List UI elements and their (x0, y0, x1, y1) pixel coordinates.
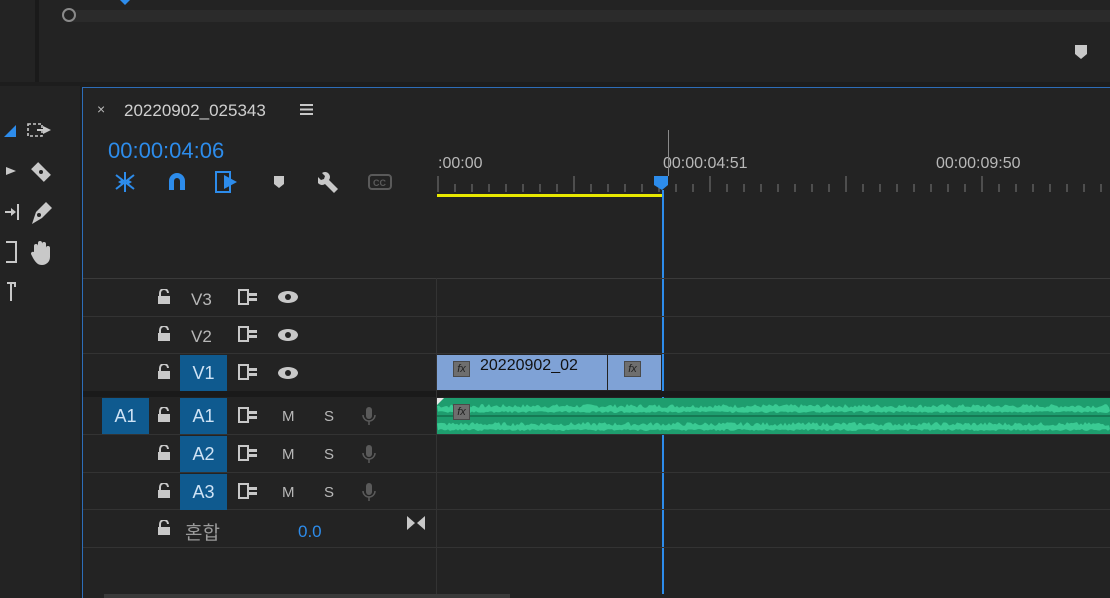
track-divider (83, 547, 1110, 548)
lock-icon[interactable] (156, 325, 172, 343)
ruler-cursor-line (668, 130, 669, 176)
track-target-v1[interactable]: V1 (180, 355, 227, 391)
sync-lock-icon[interactable] (238, 444, 258, 462)
lock-icon[interactable] (156, 363, 172, 381)
razor-tool-icon[interactable] (28, 159, 54, 185)
playhead-handle[interactable] (653, 175, 671, 191)
bowtie-icon[interactable] (406, 515, 426, 531)
track-divider (83, 434, 1110, 435)
source-scrubber[interactable] (68, 10, 1110, 22)
audio-clip[interactable] (437, 398, 1110, 434)
fx-badge[interactable]: fx (453, 404, 470, 420)
solo-button[interactable]: S (324, 446, 334, 463)
eye-icon[interactable] (277, 289, 299, 305)
slip-tool-icon[interactable] (0, 199, 26, 225)
clip-start-corner (437, 398, 444, 405)
mute-button[interactable]: M (282, 408, 295, 425)
selection-tool-icon[interactable] (0, 116, 26, 142)
close-icon[interactable]: × (97, 101, 105, 117)
ruler-label-end: 00:00:09:50 (936, 155, 1021, 172)
nest-sequence-icon[interactable] (113, 170, 137, 194)
horizontal-scrollbar[interactable] (104, 594, 510, 598)
eye-icon[interactable] (277, 365, 299, 381)
ruler-label-mid: 00:00:04:51 (663, 155, 748, 172)
type-tool-icon[interactable] (0, 280, 26, 306)
fx-badge[interactable]: fx (624, 361, 641, 377)
hamburger-menu-icon[interactable] (300, 104, 313, 115)
waveform-channel (437, 404, 1110, 413)
sync-lock-icon[interactable] (238, 288, 258, 306)
audio-waveform (437, 404, 1110, 431)
sequence-tab-title[interactable]: 20220902_025343 (124, 101, 266, 121)
track-select-forward-icon[interactable] (27, 118, 53, 144)
sync-lock-icon[interactable] (238, 325, 258, 343)
lock-icon[interactable] (156, 288, 172, 306)
microphone-icon[interactable] (361, 481, 377, 503)
track-target-a2[interactable]: A2 (180, 436, 227, 472)
microphone-icon[interactable] (361, 405, 377, 427)
microphone-icon[interactable] (361, 443, 377, 465)
svg-text:CC: CC (373, 178, 386, 188)
track-divider (83, 316, 1110, 317)
captions-icon[interactable]: CC (367, 172, 393, 192)
video-audio-divider[interactable] (83, 391, 1110, 397)
track-divider (83, 353, 1110, 354)
playhead-timecode[interactable]: 00:00:04:06 (108, 138, 224, 164)
track-target-a1[interactable]: A1 (180, 398, 227, 434)
mute-button[interactable]: M (282, 484, 295, 501)
eye-icon[interactable] (277, 327, 299, 343)
snap-magnet-icon[interactable] (165, 170, 189, 194)
track-target-a3[interactable]: A3 (180, 474, 227, 510)
panel-divider (35, 0, 39, 82)
fx-badge[interactable]: fx (453, 361, 470, 377)
sync-lock-icon[interactable] (238, 363, 258, 381)
wrench-icon[interactable] (317, 170, 341, 194)
pen-tool-icon[interactable] (28, 200, 54, 226)
ripple-edit-tool-icon[interactable] (0, 158, 26, 184)
lock-icon[interactable] (156, 444, 172, 462)
work-area-bar[interactable] (437, 194, 662, 197)
ruler-label-start: :00:00 (438, 155, 483, 172)
mix-volume-value[interactable]: 0.0 (298, 522, 322, 542)
lock-icon[interactable] (156, 482, 172, 500)
video-clip-name: 20220902_02 (480, 357, 578, 374)
solo-button[interactable]: S (324, 484, 334, 501)
header-content-divider (436, 278, 437, 598)
track-divider (83, 472, 1110, 473)
solo-button[interactable]: S (324, 408, 334, 425)
time-ruler[interactable] (437, 174, 1110, 196)
add-marker-icon[interactable] (273, 175, 285, 189)
track-label-v2[interactable]: V2 (191, 327, 212, 347)
scrubber-start-handle[interactable] (62, 8, 76, 22)
hand-tool-icon[interactable] (28, 240, 54, 266)
rectangle-tool-icon[interactable] (0, 239, 26, 265)
playhead-marker-icon (120, 0, 130, 5)
source-patch-a1[interactable]: A1 (102, 398, 149, 434)
track-divider (83, 278, 1110, 279)
track-label-v3[interactable]: V3 (191, 290, 212, 310)
sync-lock-icon[interactable] (238, 482, 258, 500)
waveform-channel (437, 422, 1110, 431)
lock-icon[interactable] (156, 519, 172, 537)
mix-track-label: 혼합 (185, 523, 220, 544)
sync-lock-icon[interactable] (238, 406, 258, 424)
marker-icon[interactable] (1074, 44, 1088, 60)
linked-selection-icon[interactable] (215, 170, 239, 194)
mute-button[interactable]: M (282, 446, 295, 463)
track-divider (83, 509, 1110, 510)
lock-icon[interactable] (156, 406, 172, 424)
